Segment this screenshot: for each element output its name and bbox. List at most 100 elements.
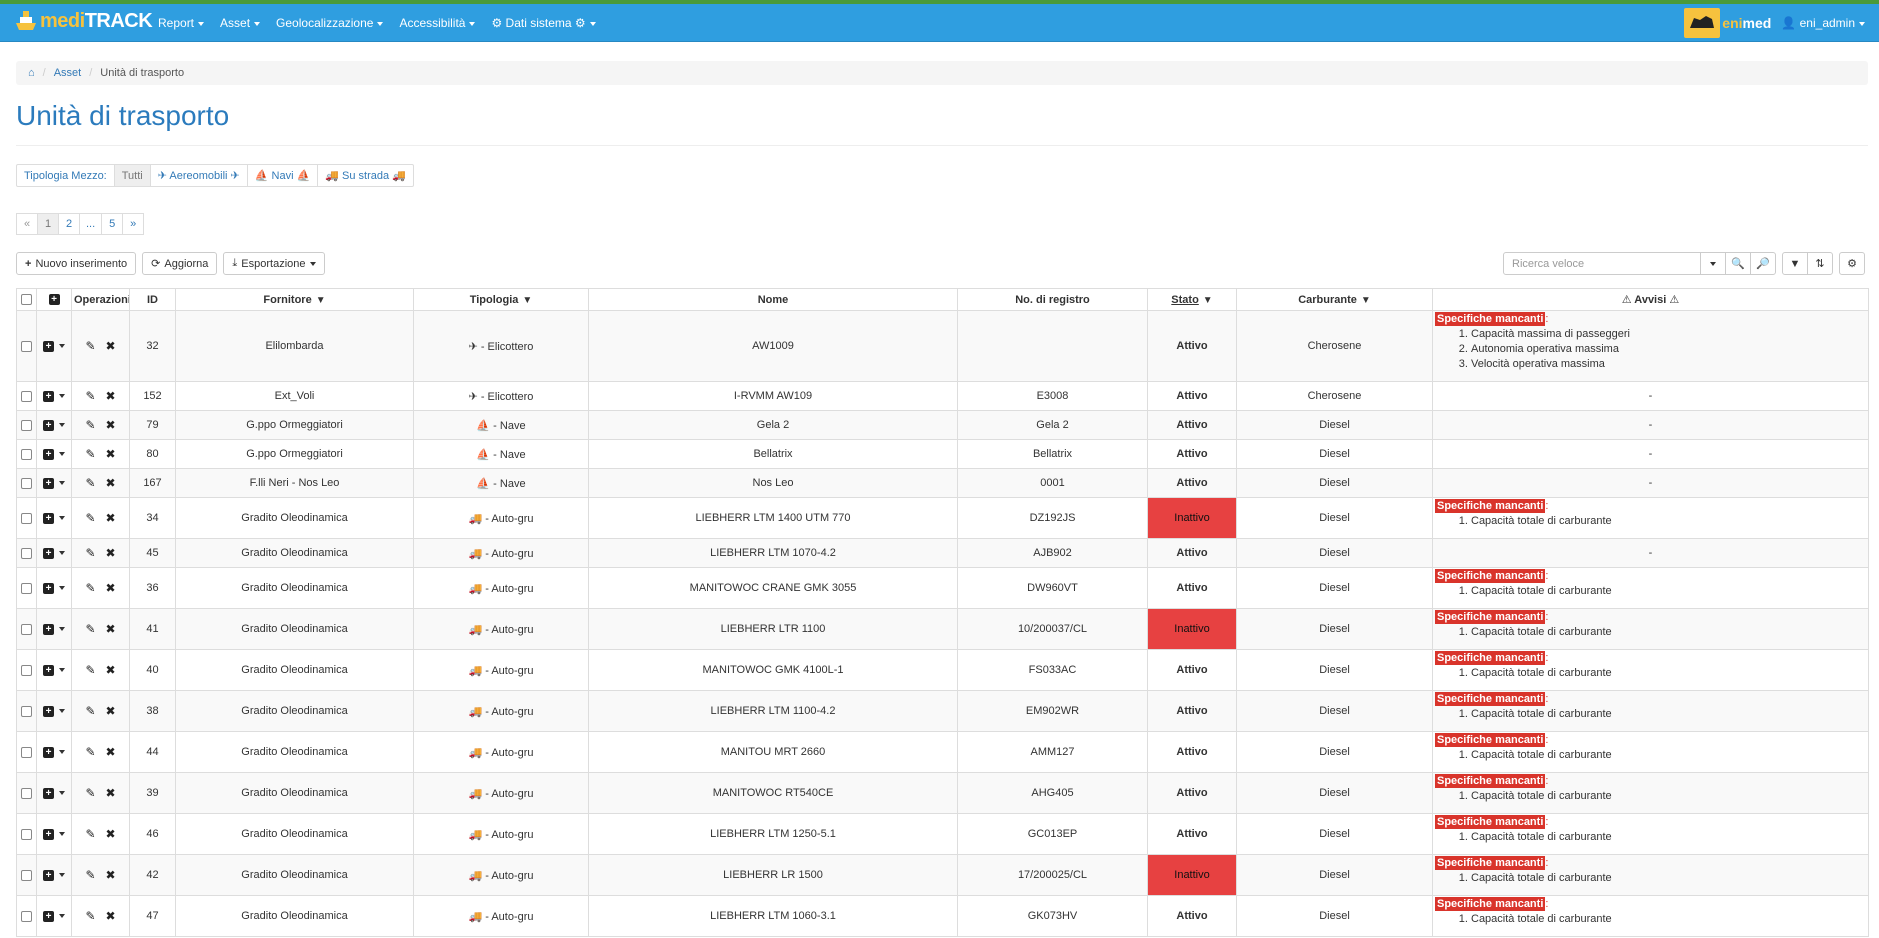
- filter-option-navi[interactable]: ⛵ Navi ⛵: [246, 164, 319, 187]
- row-expand[interactable]: +: [36, 310, 72, 382]
- menu-report[interactable]: Report: [158, 16, 205, 30]
- select-all-checkbox[interactable]: [16, 288, 37, 311]
- pagination-prev[interactable]: «: [16, 213, 38, 235]
- edit-pencil-icon[interactable]: ✎: [85, 622, 95, 636]
- menu-accessibilita[interactable]: Accessibilità: [399, 16, 476, 30]
- menu-dati-sistema[interactable]: ⚙ Dati sistema ⚙: [491, 16, 596, 30]
- chevron-down-icon[interactable]: [59, 832, 65, 837]
- row-expand[interactable]: +: [36, 608, 72, 650]
- row-expand[interactable]: +: [36, 649, 72, 691]
- header-nome[interactable]: Nome: [588, 288, 958, 311]
- table-row[interactable]: + ✎ ✖ 38 Gradito Oleodinamica 🚚 - Auto-gru LIE…: [16, 690, 1869, 732]
- chevron-down-icon[interactable]: [59, 709, 65, 714]
- row-checkbox[interactable]: [16, 731, 37, 773]
- row-checkbox[interactable]: [16, 813, 37, 855]
- edit-pencil-icon[interactable]: ✎: [85, 389, 95, 403]
- plus-square-icon[interactable]: +: [43, 664, 54, 676]
- row-checkbox[interactable]: [16, 895, 37, 937]
- table-row[interactable]: + ✎ ✖ 36 Gradito Oleodinamica 🚚 - Auto-gru MAN…: [16, 567, 1869, 609]
- delete-x-icon[interactable]: ✖: [106, 786, 116, 800]
- user-menu[interactable]: 👤 eni_admin: [1781, 16, 1865, 30]
- filter-icon[interactable]: ▼: [522, 295, 532, 306]
- chevron-down-icon[interactable]: [59, 750, 65, 755]
- plus-square-icon[interactable]: +: [43, 787, 54, 799]
- row-expand[interactable]: +: [36, 567, 72, 609]
- header-tipologia[interactable]: Tipologia ▼: [413, 288, 589, 311]
- table-row[interactable]: + ✎ ✖ 45 Gradito Oleodinamica 🚚 - Auto-gru LIE…: [16, 538, 1869, 568]
- header-registro[interactable]: No. di registro: [957, 288, 1148, 311]
- filter-option-su-strada[interactable]: 🚚 Su strada 🚚: [317, 164, 414, 187]
- row-checkbox[interactable]: [16, 497, 37, 539]
- row-expand[interactable]: +: [36, 410, 72, 440]
- edit-pencil-icon[interactable]: ✎: [85, 447, 95, 461]
- row-checkbox[interactable]: [16, 381, 37, 411]
- plus-square-icon[interactable]: +: [43, 419, 54, 431]
- edit-pencil-icon[interactable]: ✎: [85, 868, 95, 882]
- header-carburante[interactable]: Carburante ▼: [1236, 288, 1433, 311]
- filter-icon[interactable]: ▼: [1203, 295, 1213, 306]
- chevron-down-icon[interactable]: [59, 452, 65, 457]
- table-row[interactable]: + ✎ ✖ 39 Gradito Oleodinamica 🚚 - Auto-gru MAN…: [16, 772, 1869, 814]
- delete-x-icon[interactable]: ✖: [106, 511, 116, 525]
- pagination-page[interactable]: 1: [37, 213, 59, 235]
- edit-pencil-icon[interactable]: ✎: [85, 827, 95, 841]
- chevron-down-icon[interactable]: [59, 627, 65, 632]
- plus-square-icon[interactable]: +: [43, 477, 54, 489]
- chevron-down-icon[interactable]: [59, 791, 65, 796]
- menu-asset[interactable]: Asset: [220, 16, 261, 30]
- row-checkbox[interactable]: [16, 439, 37, 469]
- row-expand[interactable]: +: [36, 468, 72, 498]
- table-row[interactable]: + ✎ ✖ 79 G.ppo Ormeggiatori ⛵ - Nave Gela 2 Gel…: [16, 410, 1869, 440]
- row-expand[interactable]: +: [36, 731, 72, 773]
- row-expand[interactable]: +: [36, 854, 72, 896]
- chevron-down-icon[interactable]: [59, 394, 65, 399]
- settings-gear-icon[interactable]: ⚙: [1839, 252, 1865, 275]
- pagination-page[interactable]: 5: [101, 213, 124, 235]
- edit-pencil-icon[interactable]: ✎: [85, 704, 95, 718]
- delete-x-icon[interactable]: ✖: [106, 546, 116, 560]
- home-icon[interactable]: ⌂: [28, 67, 35, 79]
- table-row[interactable]: + ✎ ✖ 34 Gradito Oleodinamica 🚚 - Auto-gru LIE…: [16, 497, 1869, 539]
- plus-square-icon[interactable]: +: [43, 340, 54, 352]
- row-expand[interactable]: +: [36, 497, 72, 539]
- row-checkbox[interactable]: [16, 772, 37, 814]
- edit-pencil-icon[interactable]: ✎: [85, 909, 95, 923]
- filter-icon[interactable]: ▼: [316, 295, 326, 306]
- quick-search-input[interactable]: Ricerca veloce: [1503, 252, 1701, 275]
- filter-icon[interactable]: ▼: [1782, 252, 1808, 275]
- delete-x-icon[interactable]: ✖: [106, 418, 116, 432]
- delete-x-icon[interactable]: ✖: [106, 581, 116, 595]
- advanced-search-icon[interactable]: 🔎: [1750, 252, 1776, 275]
- delete-x-icon[interactable]: ✖: [106, 827, 116, 841]
- chevron-down-icon[interactable]: [59, 423, 65, 428]
- delete-x-icon[interactable]: ✖: [106, 909, 116, 923]
- edit-pencil-icon[interactable]: ✎: [85, 546, 95, 560]
- chevron-down-icon[interactable]: [59, 516, 65, 521]
- edit-pencil-icon[interactable]: ✎: [85, 476, 95, 490]
- row-expand[interactable]: +: [36, 895, 72, 937]
- row-checkbox[interactable]: [16, 690, 37, 732]
- plus-square-icon[interactable]: +: [43, 746, 54, 758]
- plus-square-icon[interactable]: +: [43, 448, 54, 460]
- row-checkbox[interactable]: [16, 538, 37, 568]
- delete-x-icon[interactable]: ✖: [106, 745, 116, 759]
- edit-pencil-icon[interactable]: ✎: [85, 418, 95, 432]
- plus-square-icon[interactable]: +: [43, 512, 54, 524]
- chevron-down-icon[interactable]: [59, 873, 65, 878]
- edit-pencil-icon[interactable]: ✎: [85, 663, 95, 677]
- breadcrumb-asset[interactable]: Asset: [54, 67, 82, 79]
- menu-geolocalizzazione[interactable]: Geolocalizzazione: [276, 16, 384, 30]
- edit-pencil-icon[interactable]: ✎: [85, 511, 95, 525]
- filter-option-aeromobili[interactable]: ✈ Aereomobili ✈: [149, 164, 248, 187]
- filter-option-tutti[interactable]: Tutti: [113, 164, 151, 187]
- plus-square-icon[interactable]: +: [43, 828, 54, 840]
- delete-x-icon[interactable]: ✖: [106, 622, 116, 636]
- plus-square-icon[interactable]: +: [43, 547, 54, 559]
- filter-icon[interactable]: ▼: [1361, 295, 1371, 306]
- delete-x-icon[interactable]: ✖: [106, 663, 116, 677]
- table-row[interactable]: + ✎ ✖ 152 Ext_Voli ✈ - Elicottero I-RVMM AW109…: [16, 381, 1869, 411]
- table-row[interactable]: + ✎ ✖ 40 Gradito Oleodinamica 🚚 - Auto-gru MAN…: [16, 649, 1869, 691]
- plus-square-icon[interactable]: +: [43, 869, 54, 881]
- plus-square-icon[interactable]: +: [43, 623, 54, 635]
- table-row[interactable]: + ✎ ✖ 41 Gradito Oleodinamica 🚚 - Auto-gru LIE…: [16, 608, 1869, 650]
